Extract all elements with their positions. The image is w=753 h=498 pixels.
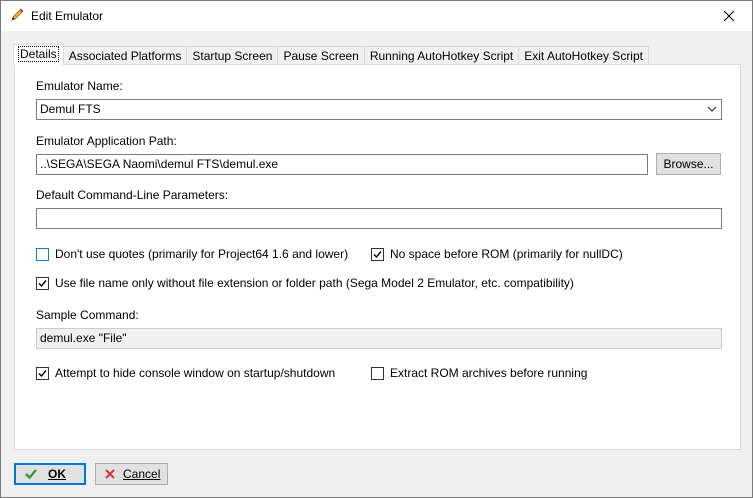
- close-icon: [723, 10, 735, 22]
- ok-button[interactable]: OK: [14, 463, 86, 485]
- ok-label: OK: [48, 467, 66, 481]
- checkmark-icon: [38, 279, 47, 287]
- emulator-name-label: Emulator Name:: [36, 79, 123, 93]
- checkmark-icon: [25, 469, 37, 480]
- file-name-only-checkbox[interactable]: Use file name only without file extensio…: [36, 276, 574, 290]
- checkmark-icon: [373, 250, 382, 258]
- browse-button[interactable]: Browse...: [656, 153, 721, 175]
- tab-label: Details: [18, 46, 59, 62]
- cancel-button[interactable]: Cancel: [95, 463, 168, 485]
- pencil-icon: [9, 7, 25, 23]
- dont-use-quotes-checkbox[interactable]: Don't use quotes (primarily for Project6…: [36, 247, 348, 261]
- tab-exit-autohotkey-script[interactable]: Exit AutoHotkey Script: [518, 46, 649, 65]
- edit-emulator-dialog: Edit Emulator Details Associated Platfor…: [0, 0, 753, 498]
- extract-rom-label: Extract ROM archives before running: [390, 366, 588, 380]
- sample-command-label: Sample Command:: [36, 308, 139, 322]
- checkbox-box: [36, 366, 49, 380]
- hide-console-checkbox[interactable]: Attempt to hide console window on startu…: [36, 366, 335, 380]
- cmd-params-label: Default Command-Line Parameters:: [36, 188, 229, 202]
- window-title: Edit Emulator: [31, 9, 104, 23]
- browse-label: Browse...: [663, 157, 714, 171]
- app-path-value: ..\SEGA\SEGA Naomi\demul FTS\demul.exe: [40, 157, 279, 171]
- tab-label: Pause Screen: [283, 49, 359, 63]
- chevron-down-icon: [707, 106, 717, 112]
- cancel-x-icon: [105, 469, 115, 479]
- close-button[interactable]: [706, 1, 752, 31]
- emulator-name-select[interactable]: Demul FTS: [36, 99, 722, 120]
- emulator-name-value: Demul FTS: [40, 102, 101, 116]
- tab-label: Running AutoHotkey Script: [369, 49, 514, 63]
- extract-rom-checkbox[interactable]: Extract ROM archives before running: [371, 366, 587, 380]
- sample-command-value: demul.exe "File": [40, 331, 127, 345]
- cancel-label: Cancel: [123, 467, 161, 481]
- tab-associated-platforms[interactable]: Associated Platforms: [62, 46, 188, 65]
- file-name-only-label: Use file name only without file extensio…: [55, 276, 574, 290]
- hide-console-label: Attempt to hide console window on startu…: [55, 366, 336, 380]
- tab-details[interactable]: Details: [13, 44, 64, 65]
- sample-command-field: demul.exe "File": [36, 328, 722, 349]
- tab-label: Associated Platforms: [68, 49, 182, 63]
- tab-strip: Details Associated Platforms Startup Scr…: [13, 44, 649, 65]
- no-space-before-rom-label: No space before ROM (primarily for nullD…: [390, 247, 623, 261]
- title-bar: Edit Emulator: [1, 1, 752, 31]
- checkbox-box: [36, 247, 49, 261]
- checkmark-icon: [38, 369, 47, 377]
- app-path-input[interactable]: ..\SEGA\SEGA Naomi\demul FTS\demul.exe: [36, 154, 648, 175]
- app-path-label: Emulator Application Path:: [36, 134, 177, 148]
- tab-label: Startup Screen: [192, 49, 273, 63]
- tab-pause-screen[interactable]: Pause Screen: [277, 46, 365, 65]
- tab-startup-screen[interactable]: Startup Screen: [186, 46, 279, 65]
- checkbox-box: [371, 247, 384, 261]
- tab-label: Exit AutoHotkey Script: [524, 49, 643, 63]
- dont-use-quotes-label: Don't use quotes (primarily for Project6…: [55, 247, 349, 261]
- details-panel: Emulator Name: Demul FTS Emulator Applic…: [14, 64, 741, 450]
- checkbox-box: [36, 276, 49, 290]
- no-space-before-rom-checkbox[interactable]: No space before ROM (primarily for nullD…: [371, 247, 623, 261]
- tab-running-autohotkey-script[interactable]: Running AutoHotkey Script: [363, 46, 520, 65]
- checkbox-box: [371, 366, 384, 380]
- cmd-params-input[interactable]: [36, 208, 722, 229]
